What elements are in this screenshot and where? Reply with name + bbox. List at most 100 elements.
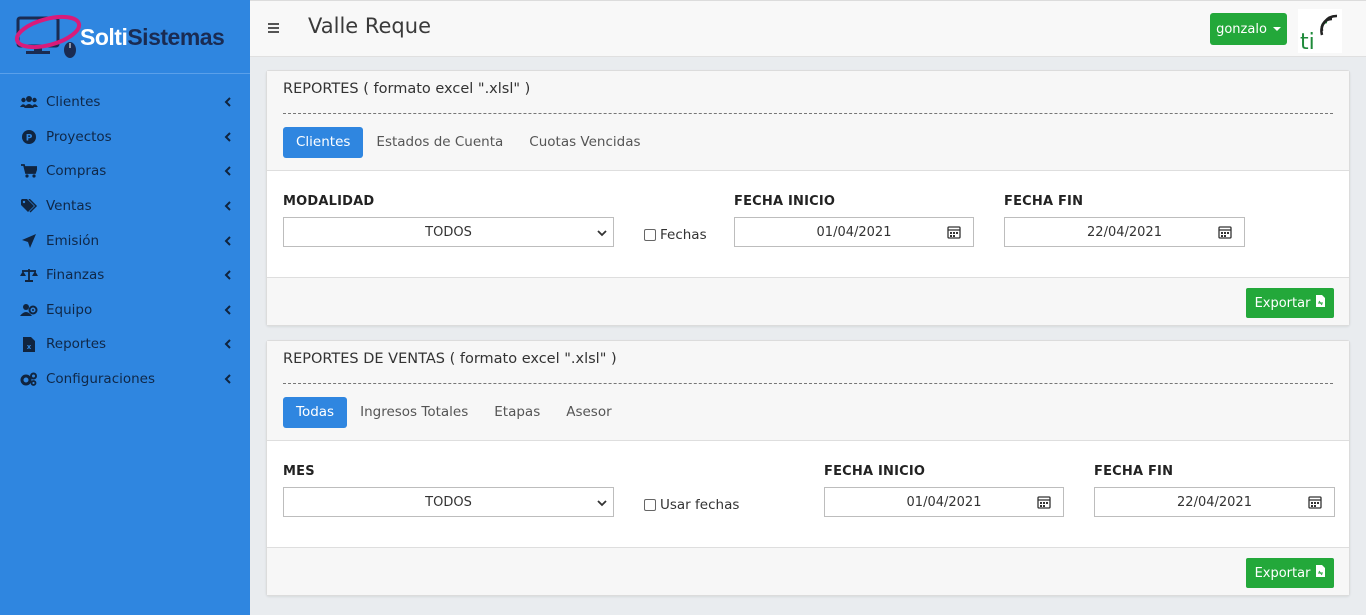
sidebar-nav: Clientes P Proyectos Compras Ventas Emis… [0, 74, 250, 396]
sidebar-item-label: Configuraciones [46, 371, 156, 388]
mes-select[interactable]: TODOS [283, 487, 614, 517]
sidebar-item-label: Proyectos [46, 128, 112, 145]
fecha-inicio-label: FECHA INICIO [824, 464, 926, 479]
sidebar-item-ventas[interactable]: Ventas [0, 189, 250, 224]
fechas-checkbox-label: Fechas [660, 227, 707, 243]
fecha-inicio-input[interactable]: 01/04/2021 [734, 217, 974, 247]
tab-asesor[interactable]: Asesor [553, 397, 624, 428]
fecha-inicio-value: 01/04/2021 [816, 224, 892, 240]
chevron-left-icon [222, 339, 232, 350]
tab-cuotas-vencidas[interactable]: Cuotas Vencidas [516, 127, 653, 158]
paper-plane-icon [20, 233, 38, 249]
user-dropdown-button[interactable]: gonzalo [1210, 13, 1287, 45]
brand-logo[interactable]: SoltiSistemas [0, 0, 250, 74]
chevron-left-icon [222, 305, 232, 315]
fecha-inicio-value: 01/04/2021 [906, 494, 982, 510]
chevron-left-icon [222, 270, 232, 280]
divider [283, 113, 1333, 114]
chevron-left-icon [222, 132, 232, 142]
modalidad-label: MODALIDAD [283, 194, 375, 209]
modalidad-value: TODOS [425, 224, 472, 240]
export-button[interactable]: Exportar [1246, 558, 1334, 588]
usar-fechas-checkbox-label: Usar fechas [660, 497, 740, 513]
calendar-icon[interactable] [1218, 225, 1232, 239]
sidebar-item-emision[interactable]: Emisión [0, 223, 250, 258]
card-title: REPORTES ( formato excel ".xlsl" ) [283, 81, 531, 97]
pdf-file-icon [1316, 565, 1326, 581]
sidebar-item-label: Reportes [46, 336, 107, 353]
card-body: MES TODOS Usar fechas FECHA INICIO 01/04… [267, 441, 1349, 547]
tab-ingresos-totales[interactable]: Ingresos Totales [347, 397, 481, 428]
sidebar-item-label: Compras [46, 163, 107, 180]
chevron-left-icon [222, 97, 232, 108]
card-body: MODALIDAD TODOS Fechas FECHA INICIO 01/0… [267, 171, 1349, 277]
calendar-icon[interactable] [1308, 495, 1322, 509]
export-button[interactable]: Exportar [1246, 288, 1334, 318]
caret-down-icon [1272, 27, 1281, 31]
page-title: Valle Reque [308, 14, 431, 38]
svg-text:x: x [27, 343, 32, 351]
sidebar-item-finanzas[interactable]: Finanzas [0, 258, 250, 293]
users-icon [20, 94, 38, 110]
brand-name-part1: Solti [80, 24, 128, 50]
export-label: Exportar [1254, 565, 1311, 581]
fecha-fin-label: FECHA FIN [1004, 194, 1084, 209]
fecha-inicio-label: FECHA INICIO [734, 194, 836, 209]
calendar-icon[interactable] [1037, 495, 1051, 509]
sidebar-item-label: Emisión [46, 232, 100, 249]
calendar-icon[interactable] [947, 225, 961, 239]
card-footer: Exportar [267, 277, 1349, 325]
sidebar-item-compras[interactable]: Compras [0, 154, 250, 189]
hamburger-menu-icon[interactable] [268, 21, 280, 35]
sidebar: SoltiSistemas Clientes P Proyectos Compr… [0, 0, 250, 615]
chevron-down-icon [597, 497, 607, 507]
ventas-tabs: Todas Ingresos Totales Etapas Asesor [283, 397, 625, 428]
tab-clientes[interactable]: Clientes [283, 127, 364, 158]
chevron-left-icon [222, 201, 232, 211]
export-label: Exportar [1254, 295, 1311, 311]
topbar: Valle Reque gonzalo ti [250, 0, 1366, 57]
fechas-checkbox[interactable] [644, 229, 656, 241]
cart-icon [20, 163, 38, 179]
card-footer: Exportar [267, 547, 1349, 595]
chevron-left-icon [222, 235, 232, 246]
pdf-file-icon [1316, 295, 1326, 311]
modalidad-select[interactable]: TODOS [283, 217, 614, 247]
ti-logo-icon: ti [1298, 9, 1342, 55]
card-header: REPORTES ( formato excel ".xlsl" ) Clien… [267, 71, 1349, 171]
excel-file-icon: x [20, 336, 38, 352]
card-title: REPORTES DE VENTAS ( formato excel ".xls… [283, 351, 617, 367]
tab-etapas[interactable]: Etapas [481, 397, 553, 428]
mes-label: MES [283, 464, 315, 479]
sidebar-item-clientes[interactable]: Clientes [0, 85, 250, 120]
usar-fechas-checkbox[interactable] [644, 499, 656, 511]
sidebar-item-reportes[interactable]: x Reportes [0, 327, 250, 362]
fechas-checkbox-group: Fechas [644, 227, 707, 243]
fecha-fin-value: 22/04/2021 [1087, 224, 1162, 240]
team-icon [20, 302, 38, 318]
chevron-down-icon [597, 227, 607, 237]
balance-scale-icon [20, 267, 38, 283]
sidebar-item-label: Equipo [46, 301, 93, 318]
sidebar-item-label: Finanzas [46, 267, 105, 284]
fecha-fin-input[interactable]: 22/04/2021 [1094, 487, 1335, 517]
monitor-logo-icon [14, 12, 86, 62]
chevron-left-icon [222, 374, 232, 384]
mes-value: TODOS [425, 494, 472, 510]
brand-name-part2: Sistemas [127, 24, 225, 50]
report-tabs: Clientes Estados de Cuenta Cuotas Vencid… [283, 127, 654, 158]
sidebar-item-proyectos[interactable]: P Proyectos [0, 120, 250, 155]
fecha-fin-input[interactable]: 22/04/2021 [1004, 217, 1245, 247]
tags-icon [20, 198, 38, 214]
fecha-fin-value: 22/04/2021 [1177, 494, 1252, 510]
sidebar-item-equipo[interactable]: Equipo [0, 293, 250, 328]
cogs-icon [20, 371, 38, 387]
tab-estados-de-cuenta[interactable]: Estados de Cuenta [363, 127, 516, 158]
parking-icon: P [20, 129, 38, 145]
usar-fechas-checkbox-group: Usar fechas [644, 497, 739, 513]
sidebar-item-configuraciones[interactable]: Configuraciones [0, 362, 250, 397]
fecha-inicio-input[interactable]: 01/04/2021 [824, 487, 1064, 517]
divider [283, 383, 1333, 384]
tab-todas[interactable]: Todas [283, 397, 348, 428]
sidebar-item-label: Ventas [46, 198, 92, 215]
